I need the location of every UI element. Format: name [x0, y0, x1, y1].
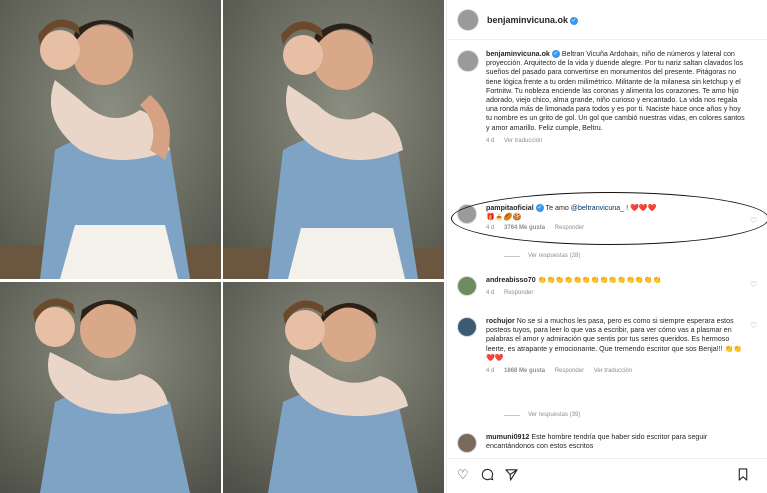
caption-text: Beltran Vicuña Ardohain, niño de números…: [486, 50, 745, 132]
comment-time[interactable]: 4 d: [486, 225, 494, 231]
comment-username[interactable]: mumuni0912: [486, 433, 529, 441]
post-header: benjaminvicuna.ok ✓: [447, 0, 767, 40]
caption-username[interactable]: benjaminvicuna.ok: [486, 50, 550, 58]
comment-text: Te amo: [545, 204, 571, 212]
comment-time[interactable]: 4 d: [486, 290, 494, 296]
photo-top-right: [223, 0, 444, 279]
comment-username[interactable]: pampitaoficial: [486, 204, 534, 212]
comment-likes[interactable]: 1868 Me gusta: [504, 368, 545, 374]
comments-panel: benjaminvicuna.ok ✓ benjaminvicuna.ok ✓ Be…: [446, 0, 767, 493]
view-replies-label[interactable]: Ver respuestas (28): [528, 253, 580, 259]
photo-top-left: [0, 0, 221, 279]
avatar[interactable]: [457, 8, 479, 31]
comment-icon[interactable]: [481, 468, 494, 484]
photo-bottom-left: [0, 282, 221, 493]
comment-username[interactable]: andreabisso70: [486, 276, 536, 284]
view-replies-label[interactable]: Ver respuestas (39): [528, 412, 580, 418]
avatar[interactable]: [457, 204, 477, 224]
comment-reply-button[interactable]: Responder: [504, 290, 533, 296]
bookmark-icon[interactable]: [737, 468, 749, 484]
post-photo-collage: [0, 0, 446, 493]
share-icon[interactable]: [505, 468, 518, 484]
comment-emoji-line: 🎁🍝🏉🍪: [486, 213, 522, 222]
header-username-text[interactable]: benjaminvicuna.ok: [487, 15, 568, 25]
replies-divider: [504, 414, 520, 416]
verified-badge-icon: ✓: [570, 16, 579, 25]
avatar[interactable]: [457, 433, 477, 453]
comment-text: No se si a muchos les pasa, pero es como…: [486, 317, 743, 362]
comment-likes[interactable]: 3764 Me gusta: [504, 225, 545, 231]
heart-icon[interactable]: ♡: [750, 216, 757, 225]
heart-icon[interactable]: ♡: [457, 468, 469, 482]
comment-reply-button[interactable]: Responder: [555, 225, 584, 231]
avatar[interactable]: [457, 317, 477, 337]
mention-link[interactable]: @beltranvicuna_: [571, 204, 624, 212]
view-replies-pampita[interactable]: Ver respuestas (28): [504, 253, 580, 259]
heart-icon[interactable]: ♡: [750, 321, 757, 330]
comment-time[interactable]: 4 d: [486, 368, 494, 374]
avatar[interactable]: [457, 50, 479, 72]
comment-text-end: ! ❤️❤️❤️: [624, 204, 657, 212]
caption-time[interactable]: 4 d: [486, 138, 494, 144]
heart-icon[interactable]: ♡: [750, 280, 757, 289]
post-action-bar: ♡: [447, 458, 767, 493]
verified-badge-icon: ✓: [535, 204, 544, 212]
replies-divider: [504, 255, 520, 257]
view-replies-rochujor[interactable]: Ver respuestas (39): [504, 412, 580, 418]
comment-text: 👏👏👏👏👏👏👏👏👏👏👏👏👏👏: [537, 276, 662, 284]
avatar[interactable]: [457, 276, 477, 296]
caption-translate-link[interactable]: Ver traducción: [504, 138, 542, 144]
header-username[interactable]: benjaminvicuna.ok ✓: [487, 15, 579, 25]
comment-translate-link[interactable]: Ver traducción: [594, 368, 632, 374]
comment-username[interactable]: rochujor: [486, 317, 515, 325]
photo-bottom-right: [223, 282, 444, 493]
verified-badge-icon: ✓: [551, 50, 560, 58]
comment-reply-button[interactable]: Responder: [555, 368, 584, 374]
